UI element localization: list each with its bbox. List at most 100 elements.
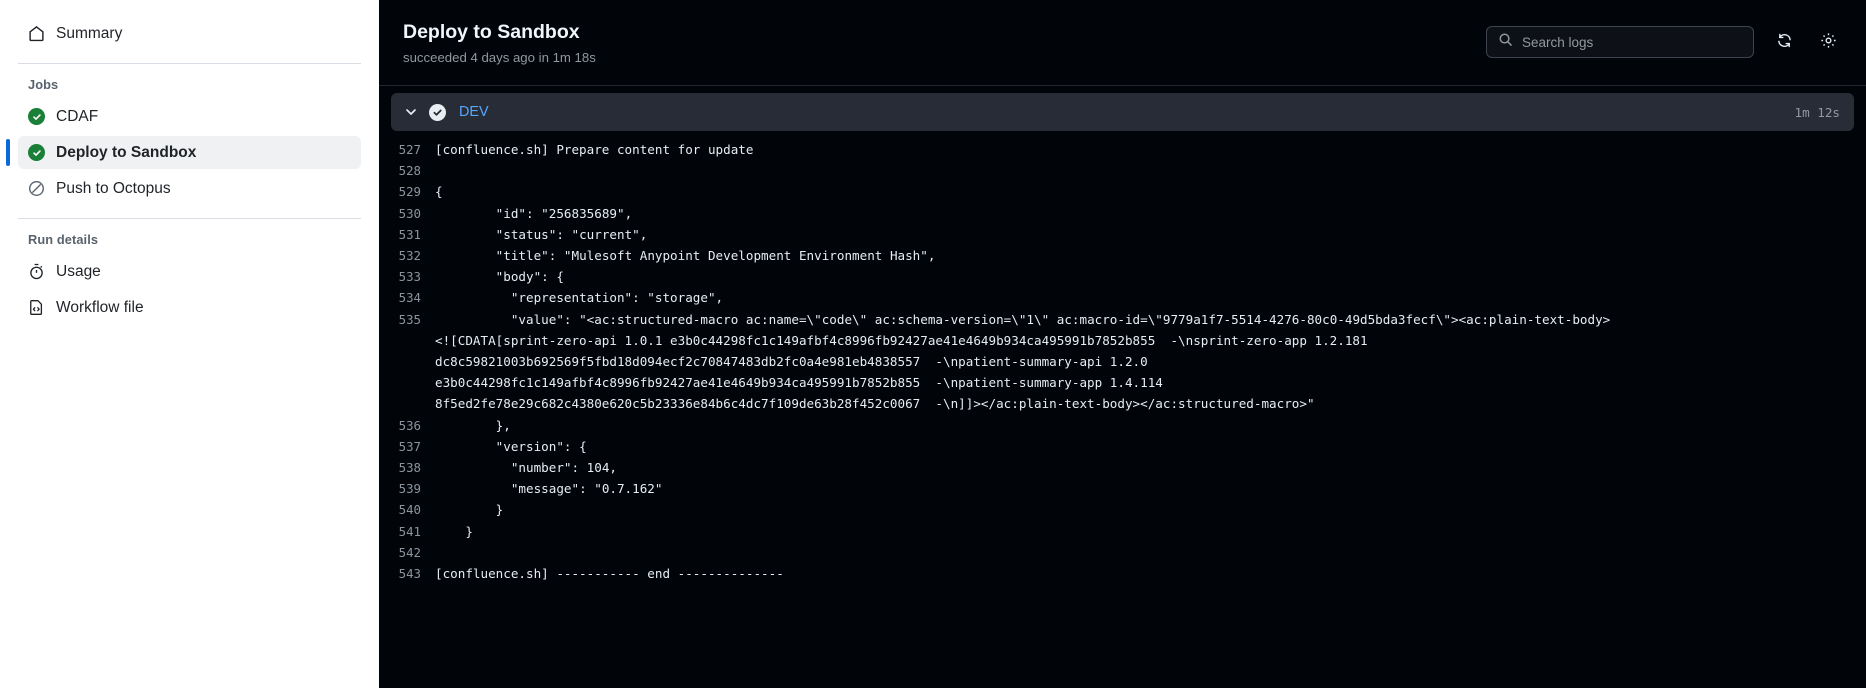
log-line-text: "value": "<ac:structured-macro ac:name=\… bbox=[435, 311, 1611, 327]
log-line: 531 "status": "current", bbox=[379, 224, 1866, 245]
sidebar-divider-1 bbox=[18, 63, 361, 64]
search-logs-box[interactable] bbox=[1486, 26, 1754, 58]
log-line-number: 541 bbox=[398, 523, 421, 539]
log-line-number: 538 bbox=[398, 460, 421, 476]
log-line-text: "title": "Mulesoft Anypoint Development … bbox=[435, 248, 936, 264]
sidebar-item-workflow-file[interactable]: Workflow file bbox=[18, 291, 361, 324]
log-body[interactable]: DEV 1m 12s 527 [confluence.sh] Prepare co… bbox=[379, 87, 1866, 688]
home-icon bbox=[28, 25, 45, 42]
stopwatch-icon bbox=[28, 263, 45, 280]
log-line: 543 [confluence.sh] ----------- end -----… bbox=[379, 563, 1866, 584]
page-title: Deploy to Sandbox bbox=[403, 21, 580, 43]
log-header-actions bbox=[1486, 16, 1842, 58]
log-line: 534 "representation": "storage", bbox=[379, 287, 1866, 308]
log-line: 540 } bbox=[379, 499, 1866, 520]
log-line: 539 "message": "0.7.162" bbox=[379, 478, 1866, 499]
sidebar: Summary Jobs CDAF Deploy to Sandbox Push… bbox=[0, 0, 379, 688]
sidebar-jobs-heading: Jobs bbox=[28, 77, 59, 92]
log-line: 530 "id": "256835689", bbox=[379, 203, 1866, 224]
sidebar-item-label: CDAF bbox=[56, 107, 99, 125]
log-line-text: "number": 104, bbox=[435, 460, 617, 476]
sidebar-item-label: Deploy to Sandbox bbox=[56, 143, 197, 161]
log-line-text: 8f5ed2fe78e29c682c4380e620c5b23336e84b6c… bbox=[435, 396, 1315, 412]
log-line: 532 "title": "Mulesoft Anypoint Developm… bbox=[379, 245, 1866, 266]
log-line-wrapped-continuation: dc8c59821003b692569f5fbd18d094ecf2c70847… bbox=[379, 351, 1866, 372]
log-line-text: { bbox=[435, 184, 443, 200]
workflow-run-page: Summary Jobs CDAF Deploy to Sandbox Push… bbox=[0, 0, 1866, 688]
log-line-number: 530 bbox=[398, 205, 421, 221]
log-line: 535 "value": "<ac:structured-macro ac:na… bbox=[379, 309, 1866, 330]
log-line-wrapped-continuation: <![CDATA[sprint-zero-api 1.0.1 e3b0c4429… bbox=[379, 330, 1866, 351]
log-line: 536 }, bbox=[379, 415, 1866, 436]
job-duration: 1m 12s bbox=[1794, 104, 1841, 120]
check-circle-icon bbox=[28, 108, 45, 125]
sidebar-item-label: Workflow file bbox=[56, 298, 144, 316]
sync-icon bbox=[1776, 32, 1793, 52]
log-line-text: <![CDATA[sprint-zero-api 1.0.1 e3b0c4429… bbox=[435, 332, 1368, 348]
log-line: 527 [confluence.sh] Prepare content for u… bbox=[379, 139, 1866, 160]
job-group-name: DEV bbox=[459, 104, 489, 120]
log-line-number: 540 bbox=[398, 502, 421, 518]
log-line: 537 "version": { bbox=[379, 436, 1866, 457]
log-header: Deploy to Sandbox succeeded 4 days ago i… bbox=[379, 0, 1866, 86]
sidebar-job-push-to-octopus[interactable]: Push to Octopus bbox=[18, 172, 361, 205]
log-viewer: Deploy to Sandbox succeeded 4 days ago i… bbox=[379, 0, 1866, 688]
log-line-wrapped-continuation: e3b0c44298fc1c149afbf4c8996fb92427ae41e4… bbox=[379, 372, 1866, 393]
sidebar-job-cdaf[interactable]: CDAF bbox=[18, 100, 361, 133]
log-settings-button[interactable] bbox=[1814, 28, 1842, 56]
gear-icon bbox=[1820, 32, 1837, 52]
log-line: 533 "body": { bbox=[379, 266, 1866, 287]
sidebar-item-label: Push to Octopus bbox=[56, 179, 171, 197]
sidebar-item-label: Summary bbox=[56, 24, 123, 42]
log-line-number: 533 bbox=[398, 269, 421, 285]
log-line: 542 bbox=[379, 542, 1866, 563]
log-line-text: e3b0c44298fc1c149afbf4c8996fb92427ae41e4… bbox=[435, 375, 1163, 391]
log-line-text: }, bbox=[435, 417, 511, 433]
log-line-text: "version": { bbox=[435, 438, 587, 454]
sidebar-item-label: Usage bbox=[56, 262, 101, 280]
log-line-number: 542 bbox=[398, 544, 421, 560]
log-line-number: 535 bbox=[398, 311, 421, 327]
job-group-header-dev[interactable]: DEV 1m 12s bbox=[391, 93, 1854, 131]
check-circle-icon bbox=[28, 144, 45, 161]
log-line-number: 537 bbox=[398, 438, 421, 454]
log-line-list: 527 [confluence.sh] Prepare content for u… bbox=[379, 139, 1866, 592]
skip-circle-icon bbox=[28, 180, 45, 197]
log-line-text: "message": "0.7.162" bbox=[435, 481, 663, 497]
log-line: 528 bbox=[379, 160, 1866, 181]
log-line-text: [confluence.sh] ----------- end --------… bbox=[435, 566, 784, 582]
log-line-number: 531 bbox=[398, 226, 421, 242]
chevron-down-icon[interactable] bbox=[403, 104, 419, 120]
search-icon bbox=[1498, 32, 1513, 52]
log-line-number: 528 bbox=[398, 163, 421, 179]
log-line-wrapped-continuation: 8f5ed2fe78e29c682c4380e620c5b23336e84b6c… bbox=[379, 393, 1866, 414]
log-line-number: 543 bbox=[398, 566, 421, 582]
log-line: 541 } bbox=[379, 521, 1866, 542]
check-circle-icon bbox=[429, 103, 446, 121]
sidebar-item-summary[interactable]: Summary bbox=[18, 17, 361, 50]
log-line-text: "body": { bbox=[435, 269, 564, 285]
log-line-number: 527 bbox=[398, 142, 421, 157]
sidebar-job-deploy-to-sandbox[interactable]: Deploy to Sandbox bbox=[6, 136, 361, 169]
file-code-icon bbox=[28, 299, 45, 316]
search-input[interactable] bbox=[1522, 34, 1742, 50]
log-header-text: Deploy to Sandbox succeeded 4 days ago i… bbox=[403, 16, 596, 65]
log-line-number: 534 bbox=[398, 290, 421, 306]
run-status-subtitle: succeeded 4 days ago in 1m 18s bbox=[403, 50, 596, 66]
log-line: 529 { bbox=[379, 181, 1866, 202]
log-line-text: } bbox=[435, 502, 504, 518]
log-line: 538 "number": 104, bbox=[379, 457, 1866, 478]
log-line-text: dc8c59821003b692569f5fbd18d094ecf2c70847… bbox=[435, 354, 1148, 370]
log-line-number: 539 bbox=[398, 481, 421, 497]
log-line-text: } bbox=[435, 523, 473, 539]
log-line-text: "representation": "storage", bbox=[435, 290, 724, 306]
sidebar-run-details-heading: Run details bbox=[28, 232, 99, 247]
log-line-text: [confluence.sh] Prepare content for upda… bbox=[435, 142, 754, 157]
log-line-text: "status": "current", bbox=[435, 226, 648, 242]
log-line-number: 536 bbox=[398, 417, 421, 433]
sidebar-item-usage[interactable]: Usage bbox=[18, 255, 361, 288]
log-line-number: 529 bbox=[398, 184, 421, 200]
sidebar-divider-2 bbox=[18, 218, 361, 219]
refresh-logs-button[interactable] bbox=[1770, 28, 1798, 56]
log-line-text: "id": "256835689", bbox=[435, 205, 633, 221]
